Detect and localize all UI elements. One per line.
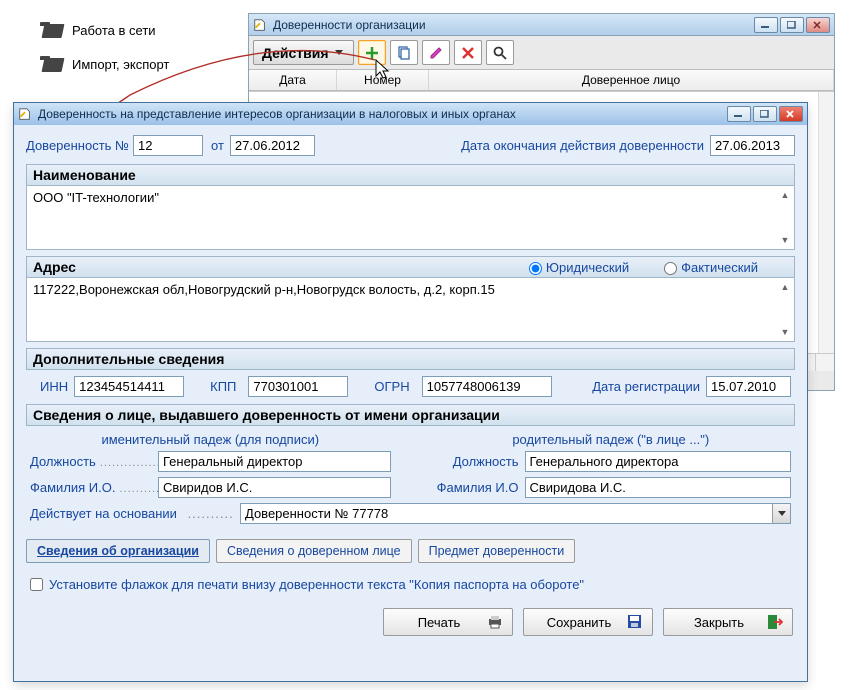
kpp-input[interactable]: [248, 376, 348, 397]
basis-label: Действует на основании: [30, 506, 177, 521]
name-section-body: ▲▼: [26, 186, 795, 250]
poa-dialog: Доверенность на представление интересов …: [13, 102, 808, 682]
maximize-button[interactable]: [780, 17, 804, 33]
toolbar: Действия: [249, 36, 834, 69]
address-input[interactable]: [27, 278, 794, 338]
expire-date-input[interactable]: [710, 135, 795, 156]
from-label: от: [211, 138, 224, 153]
vertical-scrollbar[interactable]: ▲▼: [777, 187, 793, 248]
position-nom-input[interactable]: [158, 451, 391, 472]
address-section-header: Адрес Юридический Фактический: [26, 256, 795, 278]
sidebar-item-network[interactable]: Работа в сети: [40, 22, 240, 38]
search-button[interactable]: [486, 40, 514, 65]
vertical-scrollbar[interactable]: ▲▼: [777, 279, 793, 340]
number-label: Доверенность №: [26, 138, 129, 153]
name-input[interactable]: [27, 186, 794, 246]
inn-label: ИНН: [40, 379, 68, 394]
ogrn-label: ОГРН: [374, 379, 409, 394]
ogrn-input[interactable]: [422, 376, 552, 397]
tab-trustee-info[interactable]: Сведения о доверенном лице: [216, 539, 412, 563]
copy-icon: [396, 45, 412, 61]
delete-button[interactable]: [454, 40, 482, 65]
poa-icon: [253, 18, 267, 32]
address-section-body: ▲▼: [26, 278, 795, 342]
sidebar-item-import-export[interactable]: Импорт, экспорт: [40, 56, 240, 72]
col-date[interactable]: Дата: [249, 70, 337, 90]
reg-date-input[interactable]: [706, 376, 791, 397]
pencil-icon: [428, 45, 444, 61]
col-number[interactable]: Номер: [337, 70, 429, 90]
plus-icon: [364, 45, 380, 61]
close-button[interactable]: [779, 106, 803, 122]
position-label: Должность: [30, 454, 96, 469]
close-button[interactable]: [806, 17, 830, 33]
minimize-button[interactable]: [727, 106, 751, 122]
position-gen-input[interactable]: [525, 451, 792, 472]
number-input[interactable]: [133, 135, 203, 156]
position-label: Должность: [431, 454, 519, 469]
fio-gen-input[interactable]: [525, 477, 792, 498]
folder-open-icon: [40, 22, 64, 38]
x-icon: [461, 46, 475, 60]
tab-subject[interactable]: Предмет доверенности: [418, 539, 576, 563]
issuer-section-body: именительный падеж (для подписи) родител…: [26, 426, 795, 531]
sidebar: Работа в сети Импорт, экспорт: [40, 22, 240, 90]
extra-section-body: ИНН КПП ОГРН Дата регистрации: [26, 370, 795, 404]
checkbox-label: Установите флажок для печати внизу довер…: [49, 577, 584, 592]
close-button[interactable]: Закрыть: [663, 608, 793, 636]
name-section-header: Наименование: [26, 164, 795, 186]
fio-label: Фамилия И.О.: [30, 480, 116, 495]
vertical-scrollbar[interactable]: [818, 92, 834, 371]
poa-icon: [18, 107, 32, 121]
fio-nom-input[interactable]: [158, 477, 391, 498]
dialog-title: Доверенность на представление интересов …: [38, 107, 727, 121]
sidebar-item-label: Импорт, экспорт: [72, 57, 169, 72]
maximize-button[interactable]: [753, 106, 777, 122]
radio-legal[interactable]: Юридический: [524, 259, 629, 275]
radio-actual[interactable]: Фактический: [659, 259, 758, 275]
dialog-titlebar[interactable]: Доверенность на представление интересов …: [14, 103, 807, 125]
chevron-down-icon[interactable]: [772, 504, 790, 523]
fio-label: Фамилия И.О: [431, 480, 519, 495]
inn-input[interactable]: [74, 376, 184, 397]
window-titlebar[interactable]: Доверенности организации: [249, 14, 834, 36]
edit-button[interactable]: [422, 40, 450, 65]
actions-dropdown[interactable]: Действия: [253, 40, 354, 65]
exit-icon: [766, 613, 784, 631]
dialog-button-bar: Печать Сохранить Закрыть: [26, 608, 795, 636]
window-title: Доверенности организации: [273, 18, 754, 32]
search-icon: [492, 45, 508, 61]
sidebar-item-label: Работа в сети: [72, 23, 156, 38]
extra-section-header: Дополнительные сведения: [26, 348, 795, 370]
basis-input[interactable]: [240, 503, 791, 524]
hint-nominative: именительный падеж (для подписи): [30, 432, 391, 447]
printer-icon: [486, 613, 504, 631]
basis-select[interactable]: [240, 503, 791, 524]
header-row: Доверенность № от Дата окончания действи…: [26, 135, 795, 156]
issuer-section-header: Сведения о лице, выдавшего доверенность …: [26, 404, 795, 426]
grid-header: Дата Номер Доверенное лицо: [249, 69, 834, 91]
passport-copy-checkbox[interactable]: Установите флажок для печати внизу довер…: [26, 575, 795, 594]
folder-open-icon: [40, 56, 64, 72]
col-person[interactable]: Доверенное лицо: [429, 70, 834, 90]
tab-org-info[interactable]: Сведения об организации: [26, 539, 210, 563]
kpp-label: КПП: [210, 379, 236, 394]
expire-label: Дата окончания действия доверенности: [461, 138, 704, 153]
tab-strip: Сведения об организации Сведения о довер…: [26, 539, 795, 563]
minimize-button[interactable]: [754, 17, 778, 33]
save-icon: [626, 613, 644, 631]
hint-genitive: родительный падеж ("в лице ..."): [431, 432, 792, 447]
from-date-input[interactable]: [230, 135, 315, 156]
add-button[interactable]: [358, 40, 386, 65]
copy-button[interactable]: [390, 40, 418, 65]
reg-date-label: Дата регистрации: [592, 379, 700, 394]
save-button[interactable]: Сохранить: [523, 608, 653, 636]
print-button[interactable]: Печать: [383, 608, 513, 636]
address-header-label: Адрес: [33, 259, 76, 275]
